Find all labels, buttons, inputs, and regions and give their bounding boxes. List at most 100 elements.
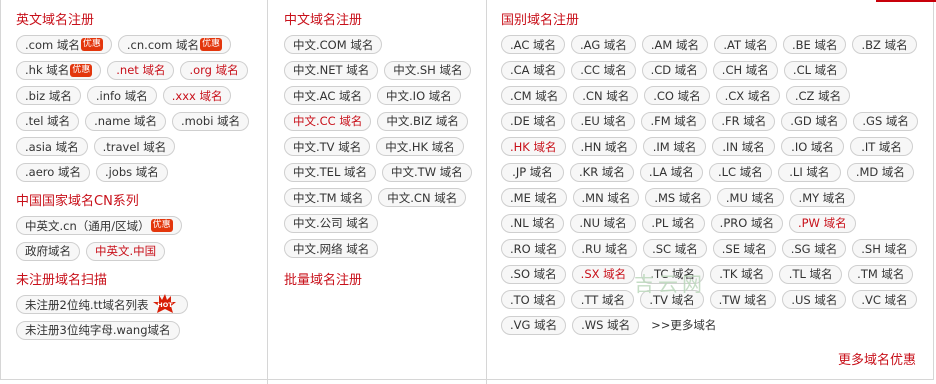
domain-tag[interactable]: .VG 域名 [501, 315, 567, 335]
unregistered-scan-title[interactable]: 未注册域名扫描 [16, 270, 267, 292]
domain-tag[interactable]: .mobi 域名 [172, 111, 250, 131]
domain-tag[interactable]: .MS 域名 [645, 188, 711, 208]
domain-tag[interactable]: .CM 域名 [501, 86, 568, 106]
domain-tag[interactable]: .CL 域名 [783, 60, 847, 80]
domain-tag[interactable]: 中文.AC 域名 [284, 86, 372, 106]
domain-tag[interactable]: .DE 域名 [501, 111, 566, 131]
domain-tag[interactable]: .TK 域名 [710, 264, 774, 284]
domain-tag[interactable]: 中英文.中国 [86, 241, 166, 261]
domain-tag[interactable]: .TW 域名 [709, 290, 777, 310]
domain-tag[interactable]: .SC 域名 [643, 239, 707, 259]
domain-tag[interactable]: .NL 域名 [501, 213, 565, 233]
domain-tag[interactable]: .biz 域名 [16, 86, 81, 106]
domain-tag[interactable]: .RO 域名 [501, 239, 567, 259]
domain-tag[interactable]: .LC 域名 [708, 162, 772, 182]
domain-tag[interactable]: .CO 域名 [644, 86, 710, 106]
domain-tag[interactable]: 中文.IO 域名 [377, 86, 461, 106]
domain-tag[interactable]: .MY 域名 [789, 188, 855, 208]
domain-tag[interactable]: .hk 域名 优惠 [16, 60, 102, 80]
domain-tag[interactable]: .xxx 域名 [162, 86, 232, 106]
bulk-register-title[interactable]: 批量域名注册 [284, 270, 486, 292]
domain-tag[interactable]: 中文.TW 域名 [382, 162, 472, 182]
domain-tag[interactable]: 中文.HK 域名 [376, 137, 464, 157]
domain-tag[interactable]: .PL 域名 [641, 213, 705, 233]
domain-tag[interactable]: .BZ 域名 [852, 35, 917, 55]
domain-tag[interactable]: 中文.公司 域名 [284, 213, 379, 233]
domain-tag[interactable]: .CC 域名 [571, 60, 636, 80]
domain-tag[interactable]: 中英文.cn（通用/区域） 优惠 [16, 216, 182, 236]
more-domains-link[interactable]: >>更多域名 [651, 317, 716, 333]
domain-tag[interactable]: .AC 域名 [501, 35, 566, 55]
domain-tag[interactable]: 中文.COM 域名 [284, 35, 383, 55]
domain-tag[interactable]: .TL 域名 [779, 264, 843, 284]
domain-tag[interactable]: .name 域名 [85, 111, 167, 131]
domain-tag[interactable]: .WS 域名 [572, 315, 640, 335]
domain-tag[interactable]: .CH 域名 [712, 60, 778, 80]
domain-tag[interactable]: .IN 域名 [712, 137, 776, 157]
domain-tag[interactable]: 中文.TM 域名 [284, 188, 373, 208]
domain-tag[interactable]: .FR 域名 [712, 111, 776, 131]
domain-tag[interactable]: 未注册2位纯.tt域名列表 HOT [16, 293, 188, 315]
domain-tag[interactable]: .TT 域名 [571, 290, 635, 310]
domain-tag[interactable]: .SX 域名 [571, 264, 636, 284]
domain-tag[interactable]: .MD 域名 [846, 162, 914, 182]
domain-tag[interactable]: .info 域名 [86, 86, 157, 106]
domain-tag[interactable]: 中文.网络 域名 [284, 239, 379, 259]
domain-tag[interactable]: .BE 域名 [783, 35, 847, 55]
domain-tag[interactable]: 中文.CN 域名 [378, 188, 467, 208]
domain-tag[interactable]: .LI 域名 [777, 162, 841, 182]
domain-tag[interactable]: .CN 域名 [573, 86, 639, 106]
domain-tag[interactable]: 未注册3位纯字母.wang域名 [16, 320, 180, 340]
domain-tag[interactable]: .IO 域名 [781, 137, 845, 157]
domain-tag[interactable]: .AM 域名 [641, 35, 709, 55]
domain-tag[interactable]: .CX 域名 [715, 86, 780, 106]
domain-tag[interactable]: .CA 域名 [501, 60, 566, 80]
domain-tag[interactable]: .HN 域名 [571, 137, 638, 157]
country-domains-title[interactable]: 国别域名注册 [501, 10, 934, 32]
domain-tag[interactable]: .JP 域名 [501, 162, 564, 182]
domain-tag[interactable]: .IM 域名 [643, 137, 707, 157]
more-domain-offers-link[interactable]: 更多域名优惠 [838, 349, 916, 368]
domain-tag[interactable]: .RU 域名 [572, 239, 638, 259]
domain-tag[interactable]: 中文.BIZ 域名 [377, 111, 468, 131]
domain-tag[interactable]: .KR 域名 [570, 162, 634, 182]
domain-tag[interactable]: .travel 域名 [93, 137, 176, 157]
cn-domains-title[interactable]: 中国国家域名CN系列 [16, 191, 267, 213]
domain-tag[interactable]: .SO 域名 [501, 264, 566, 284]
domain-tag[interactable]: .TM 域名 [848, 264, 914, 284]
domain-tag[interactable]: .TO 域名 [501, 290, 566, 310]
domain-tag[interactable]: .VC 域名 [852, 290, 917, 310]
domain-tag[interactable]: .net 域名 [107, 60, 175, 80]
domain-tag[interactable]: .EU 域名 [571, 111, 636, 131]
domain-tag[interactable]: .tel 域名 [16, 111, 80, 131]
domain-tag[interactable]: .com 域名 优惠 [16, 35, 112, 55]
domain-tag[interactable]: .cn.com 域名 优惠 [117, 35, 232, 55]
domain-tag[interactable]: .ME 域名 [501, 188, 567, 208]
domain-tag[interactable]: .GD 域名 [781, 111, 848, 131]
domain-tag[interactable]: .AT 域名 [714, 35, 778, 55]
domain-tag[interactable]: 中文.NET 域名 [284, 60, 379, 80]
domain-tag[interactable]: 政府域名 [16, 241, 80, 261]
domain-tag[interactable]: .CD 域名 [641, 60, 707, 80]
chinese-domains-title[interactable]: 中文域名注册 [284, 10, 486, 32]
domain-tag[interactable]: .US 域名 [782, 290, 847, 310]
domain-tag[interactable]: .FM 域名 [641, 111, 707, 131]
domain-tag[interactable]: .SE 域名 [712, 239, 776, 259]
domain-tag[interactable]: .AG 域名 [571, 35, 636, 55]
domain-tag[interactable]: 中文.SH 域名 [384, 60, 472, 80]
domain-tag[interactable]: 中文.TV 域名 [284, 137, 371, 157]
domain-tag[interactable]: .MU 域名 [716, 188, 784, 208]
domain-tag[interactable]: .NU 域名 [570, 213, 636, 233]
domain-tag[interactable]: 中文.CC 域名 [284, 111, 372, 131]
domain-tag[interactable]: .org 域名 [180, 60, 248, 80]
domain-tag[interactable]: .GS 域名 [853, 111, 918, 131]
domain-tag[interactable]: .MN 域名 [572, 188, 640, 208]
domain-tag[interactable]: 中文.TEL 域名 [284, 162, 377, 182]
domain-tag[interactable]: .CZ 域名 [785, 86, 851, 106]
domain-tag[interactable]: .LA 域名 [639, 162, 703, 182]
english-domains-title[interactable]: 英文域名注册 [16, 10, 267, 32]
domain-tag[interactable]: .asia 域名 [16, 137, 88, 157]
domain-tag[interactable]: .HK 域名 [501, 137, 566, 157]
domain-tag[interactable]: .SH 域名 [852, 239, 917, 259]
domain-tag[interactable]: .aero 域名 [16, 162, 90, 182]
